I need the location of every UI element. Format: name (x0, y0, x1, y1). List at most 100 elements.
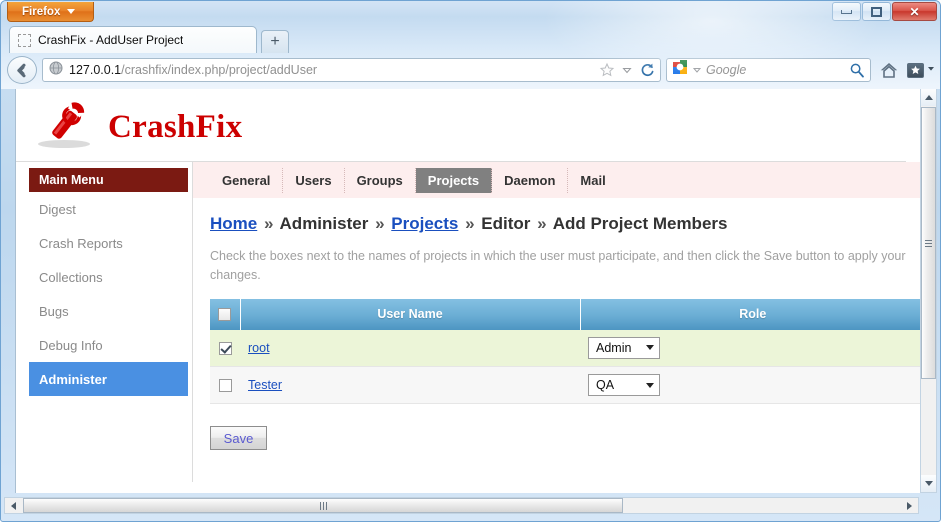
browser-tab-crashfix[interactable]: CrashFix - AddUser Project (9, 26, 257, 53)
maximize-button[interactable] (862, 2, 891, 21)
breadcrumb-link-home[interactable]: Home (210, 214, 257, 233)
form-actions: Save (210, 426, 921, 450)
breadcrumb-item-editor: Editor (481, 214, 531, 233)
breadcrumb-link-projects[interactable]: Projects (391, 214, 458, 233)
tab-label: Mail (580, 172, 606, 188)
dropmarker-icon[interactable] (621, 63, 633, 77)
role-select[interactable]: Admin (588, 336, 660, 359)
page-viewport: CrashFix Main Menu Digest Crash Reports … (15, 89, 922, 493)
browser-window: Firefox ✕ CrashFix - AddUser Project + 1… (0, 0, 941, 522)
page-description: Check the boxes next to the names of pro… (210, 249, 906, 282)
tab-projects[interactable]: Projects (415, 167, 493, 193)
horizontal-scrollbar[interactable] (4, 497, 919, 514)
row-checkbox[interactable] (218, 341, 232, 355)
sidebar-item-bugs[interactable]: Bugs (29, 294, 188, 328)
sidebar-item-label: Collections (39, 269, 103, 285)
admin-tab-bar: General Users Groups Projects Daemon Mai… (193, 162, 921, 198)
reload-icon[interactable] (639, 62, 656, 78)
sidebar-item-label: Digest (39, 201, 76, 217)
chevron-down-icon (646, 345, 654, 351)
url-bar[interactable]: 127.0.0.1/crashfix/index.php/project/add… (42, 58, 661, 82)
sidebar-item-collections[interactable]: Collections (29, 260, 188, 294)
table-row: Tester QA (210, 366, 921, 404)
close-icon: ✕ (909, 4, 920, 19)
chevron-down-icon (646, 382, 654, 388)
minimize-button[interactable] (832, 2, 861, 21)
column-role[interactable]: Role (580, 298, 921, 330)
row-select-cell (210, 329, 240, 367)
sidebar-item-debug-info[interactable]: Debug Info (29, 328, 188, 362)
breadcrumb-separator: » (375, 214, 385, 233)
scroll-up-button[interactable] (921, 89, 936, 106)
back-button[interactable] (7, 56, 37, 84)
bookmarks-button[interactable] (907, 61, 936, 79)
window-controls: ✕ (832, 2, 937, 21)
select-all-checkbox[interactable] (218, 308, 232, 322)
table-header-row: User Name Role (210, 298, 921, 330)
crashfix-page: CrashFix Main Menu Digest Crash Reports … (16, 93, 921, 482)
sidebar-item-crash-reports[interactable]: Crash Reports (29, 226, 188, 260)
breadcrumb-separator: » (465, 214, 475, 233)
breadcrumb-item-current: Add Project Members (552, 214, 728, 233)
row-select-cell (210, 366, 240, 404)
tab-general[interactable]: General (210, 167, 284, 193)
row-user-name-cell: root (240, 329, 580, 367)
favicon-placeholder-icon (18, 33, 31, 47)
tab-mail[interactable]: Mail (568, 168, 617, 193)
user-link[interactable]: root (248, 341, 270, 355)
sidebar-item-administer[interactable]: Administer (29, 362, 188, 396)
column-header-label: Role (739, 307, 767, 321)
sidebar-item-label: Debug Info (39, 337, 103, 353)
scroll-right-button[interactable] (901, 498, 918, 513)
table-row: root Admin (210, 329, 921, 367)
breadcrumb-separator: » (537, 214, 547, 233)
horizontal-scrollbar-thumb[interactable] (23, 498, 623, 513)
search-icon[interactable] (849, 62, 865, 78)
page-body: Main Menu Digest Crash Reports Collectio… (16, 162, 921, 482)
triangle-down-icon (924, 481, 933, 486)
bookmark-star-icon[interactable] (599, 62, 615, 78)
tab-label: Daemon (504, 172, 556, 188)
row-role-cell: Admin (580, 329, 921, 367)
row-checkbox[interactable] (218, 379, 232, 393)
breadcrumb-item-administer: Administer (279, 214, 369, 233)
role-select-value: QA (596, 378, 615, 392)
chevron-down-icon (926, 61, 936, 79)
browser-tab-title: CrashFix - AddUser Project (38, 33, 184, 47)
role-select-value: Admin (596, 340, 632, 355)
grip-icon (925, 238, 932, 249)
new-tab-button[interactable]: + (261, 30, 289, 53)
tab-users[interactable]: Users (283, 167, 345, 193)
save-button[interactable]: Save (210, 426, 267, 450)
sidebar-item-digest[interactable]: Digest (29, 192, 188, 226)
main-content: General Users Groups Projects Daemon Mai… (193, 162, 921, 482)
vertical-scrollbar[interactable] (920, 89, 937, 493)
vertical-scrollbar-thumb[interactable] (921, 107, 936, 379)
grip-icon (319, 501, 327, 510)
wrench-logo-icon (34, 101, 96, 154)
tab-daemon[interactable]: Daemon (492, 167, 569, 193)
table-header: User Name Role (210, 298, 921, 330)
breadcrumb: Home » Administer » Projects » Editor » … (210, 214, 921, 234)
search-input[interactable]: Google (706, 63, 845, 77)
scroll-left-button[interactable] (5, 498, 22, 513)
home-button[interactable] (876, 57, 902, 83)
sidebar: Main Menu Digest Crash Reports Collectio… (16, 162, 193, 482)
maximize-icon (871, 6, 882, 17)
content-inner: Home » Administer » Projects » Editor » … (193, 198, 921, 450)
search-bar[interactable]: Google (666, 58, 871, 82)
tab-groups[interactable]: Groups (345, 167, 416, 193)
tab-label: Projects (427, 172, 480, 188)
firefox-app-button[interactable]: Firefox (7, 2, 95, 22)
sidebar-item-label: Bugs (39, 303, 69, 319)
role-select[interactable]: QA (588, 374, 660, 396)
scroll-down-button[interactable] (921, 475, 936, 492)
column-user-name[interactable]: User Name (240, 298, 581, 330)
site-header: CrashFix (16, 93, 906, 161)
close-button[interactable]: ✕ (892, 2, 937, 21)
breadcrumb-separator: » (263, 214, 274, 233)
search-engine-dropmarker-icon[interactable] (692, 64, 702, 76)
globe-icon (49, 61, 63, 80)
tab-label: Users (295, 172, 332, 188)
user-link[interactable]: Tester (248, 378, 282, 392)
